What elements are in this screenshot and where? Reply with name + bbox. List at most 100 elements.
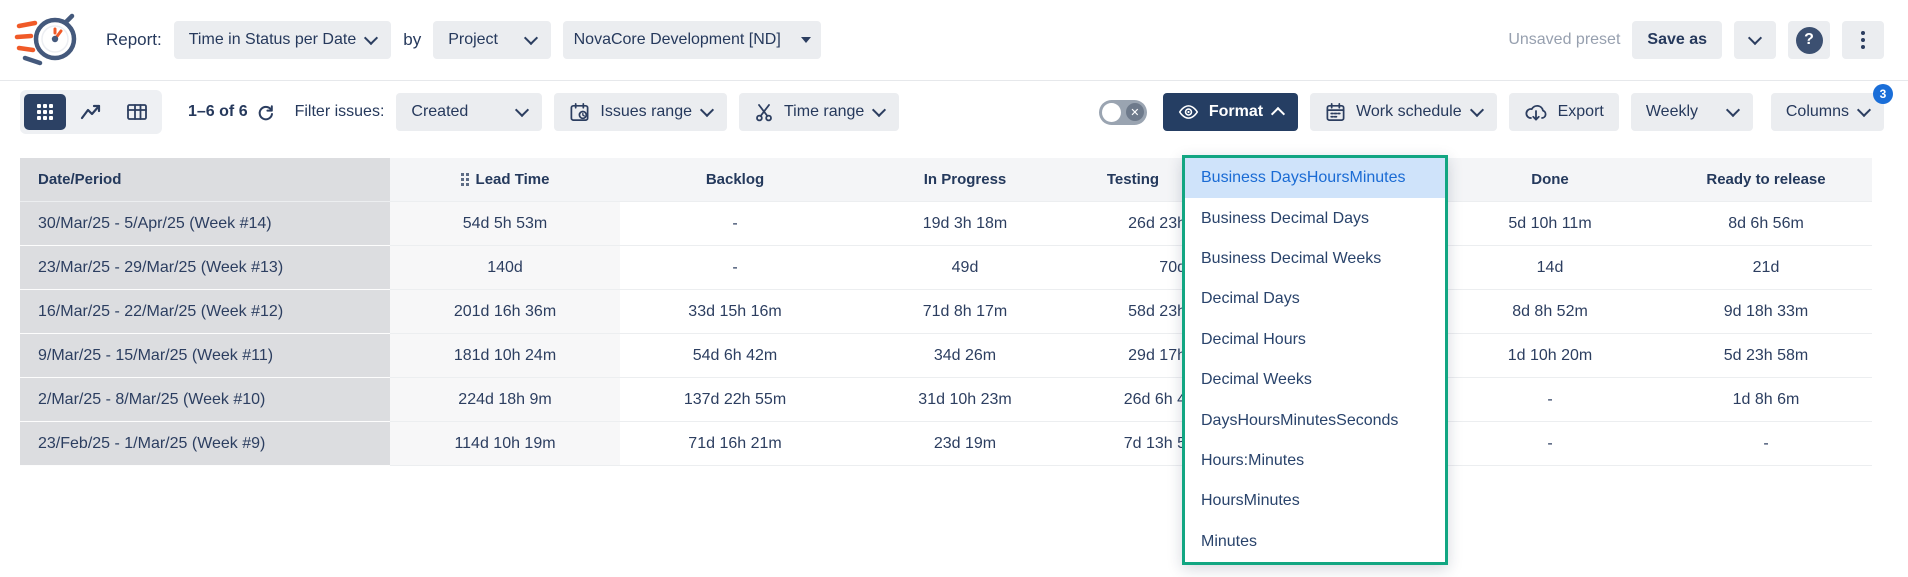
toggle-x-icon: ✕ — [1126, 103, 1144, 121]
calendar-icon — [1325, 102, 1346, 123]
column-header-ready-to-release[interactable]: Ready to release — [1660, 158, 1872, 202]
chevron-down-icon — [1470, 103, 1484, 117]
cell-lead-time: 114d 10h 19m — [390, 422, 620, 466]
cell-in-progress: 71d 8h 17m — [850, 290, 1080, 334]
column-header-done[interactable]: Done — [1440, 158, 1660, 202]
cell-ready-to-release: 1d 8h 6m — [1660, 378, 1872, 422]
table-row: 23/Feb/25 - 1/Mar/25 (Week #9) 114d 10h … — [20, 422, 1872, 466]
save-as-label: Save as — [1647, 31, 1707, 49]
cell-done: - — [1440, 422, 1660, 466]
filter-field-select[interactable]: Created — [396, 93, 542, 131]
pagination: 1–6 of 6 — [188, 103, 275, 122]
drag-handle-icon[interactable] — [461, 173, 469, 186]
column-header-label: Lead Time — [476, 171, 550, 188]
table-row: 30/Mar/25 - 5/Apr/25 (Week #14) 54d 5h 5… — [20, 202, 1872, 246]
top-bar: Report: Time in Status per Date by Proje… — [0, 0, 1908, 81]
format-option[interactable]: Minutes — [1185, 522, 1445, 562]
cell-period: 23/Feb/25 - 1/Mar/25 (Week #9) — [20, 422, 390, 466]
scissors-icon — [754, 102, 774, 122]
table-row: 9/Mar/25 - 15/Mar/25 (Week #11) 181d 10h… — [20, 334, 1872, 378]
cell-done: 14d — [1440, 246, 1660, 290]
format-option[interactable]: Decimal Weeks — [1185, 360, 1445, 400]
chevron-down-icon — [515, 103, 529, 117]
column-header-backlog[interactable]: Backlog — [620, 158, 850, 202]
cell-period: 9/Mar/25 - 15/Mar/25 (Week #11) — [20, 334, 390, 378]
app-logo-icon — [14, 9, 80, 72]
project-value: NovaCore Development [ND] — [574, 31, 781, 49]
column-header-lead-time[interactable]: Lead Time — [390, 158, 620, 202]
save-options-button[interactable] — [1734, 21, 1776, 59]
format-option[interactable]: Business Decimal Days — [1185, 198, 1445, 238]
triangle-down-icon — [801, 37, 811, 43]
cell-period: 2/Mar/25 - 8/Mar/25 (Week #10) — [20, 378, 390, 422]
report-type-value: Time in Status per Date — [189, 31, 356, 49]
toggle-x-glyph: ✕ — [1130, 106, 1139, 119]
issues-range-label: Issues range — [600, 103, 692, 121]
cell-backlog: 137d 22h 55m — [620, 378, 850, 422]
cell-period: 30/Mar/25 - 5/Apr/25 (Week #14) — [20, 202, 390, 246]
cell-lead-time: 201d 16h 36m — [390, 290, 620, 334]
column-header-date-period[interactable]: Date/Period — [20, 158, 390, 202]
cell-backlog: - — [620, 246, 850, 290]
cell-lead-time: 181d 10h 24m — [390, 334, 620, 378]
format-option-selected[interactable]: Business DaysHoursMinutes — [1185, 158, 1445, 198]
work-schedule-label: Work schedule — [1356, 103, 1462, 121]
help-icon: ? — [1796, 27, 1823, 54]
column-header-in-progress[interactable]: In Progress — [850, 158, 1080, 202]
columns-select[interactable]: Columns 3 — [1771, 93, 1884, 131]
cell-period: 16/Mar/25 - 22/Mar/25 (Week #12) — [20, 290, 390, 334]
columns-count-badge: 3 — [1873, 84, 1893, 104]
table-row: 16/Mar/25 - 22/Mar/25 (Week #12) 201d 16… — [20, 290, 1872, 334]
project-select[interactable]: NovaCore Development [ND] — [563, 21, 821, 59]
cell-in-progress: 23d 19m — [850, 422, 1080, 466]
format-option[interactable]: Decimal Hours — [1185, 320, 1445, 360]
work-schedule-select[interactable]: Work schedule — [1310, 93, 1497, 131]
format-option[interactable]: Decimal Days — [1185, 279, 1445, 319]
filter-field-value: Created — [411, 103, 468, 121]
format-label: Format — [1209, 103, 1263, 121]
cell-ready-to-release: - — [1660, 422, 1872, 466]
cell-ready-to-release: 5d 23h 58m — [1660, 334, 1872, 378]
format-option[interactable]: HoursMinutes — [1185, 481, 1445, 521]
time-range-select[interactable]: Time range — [739, 93, 899, 131]
period-select[interactable]: Weekly — [1631, 93, 1753, 131]
chevron-down-icon — [1857, 103, 1871, 117]
help-glyph: ? — [1804, 31, 1814, 49]
format-option[interactable]: Hours:Minutes — [1185, 441, 1445, 481]
refresh-icon[interactable] — [256, 103, 275, 122]
preset-status: Unsaved preset — [1508, 31, 1620, 49]
chart-view-button[interactable] — [70, 94, 112, 130]
table-header-row: Date/Period Lead Time Backlog In Progres… — [20, 158, 1872, 202]
format-button[interactable]: Format — [1163, 93, 1298, 131]
format-option[interactable]: DaysHoursMinutesSeconds — [1185, 400, 1445, 440]
pivot-view-button[interactable] — [116, 94, 158, 130]
export-button[interactable]: Export — [1509, 93, 1619, 131]
chevron-up-icon — [1271, 107, 1285, 121]
table-view-button[interactable] — [24, 94, 66, 130]
chevron-down-icon — [1748, 31, 1762, 45]
view-toggle[interactable]: ✕ — [1099, 100, 1147, 125]
pagination-label: 1–6 of 6 — [188, 103, 248, 121]
report-type-select[interactable]: Time in Status per Date — [174, 21, 391, 59]
chevron-down-icon — [524, 31, 538, 45]
toolbar: 1–6 of 6 Filter issues: Created Issues r… — [0, 81, 1908, 143]
more-menu-button[interactable] — [1842, 21, 1884, 59]
eye-icon — [1178, 103, 1199, 121]
cell-period: 23/Mar/25 - 29/Mar/25 (Week #13) — [20, 246, 390, 290]
issues-range-select[interactable]: Issues range — [554, 93, 727, 131]
cell-in-progress: 19d 3h 18m — [850, 202, 1080, 246]
cell-in-progress: 31d 10h 23m — [850, 378, 1080, 422]
table-row: 23/Mar/25 - 29/Mar/25 (Week #13) 140d - … — [20, 246, 1872, 290]
help-button[interactable]: ? — [1788, 21, 1830, 59]
cell-lead-time: 224d 18h 9m — [390, 378, 620, 422]
cell-backlog: - — [620, 202, 850, 246]
chevron-down-icon — [1726, 103, 1740, 117]
group-by-select[interactable]: Project — [433, 21, 551, 59]
cell-in-progress: 49d — [850, 246, 1080, 290]
filter-issues-label: Filter issues: — [295, 103, 385, 121]
format-option[interactable]: Business Decimal Weeks — [1185, 239, 1445, 279]
cell-done: 8d 8h 52m — [1440, 290, 1660, 334]
report-table: Date/Period Lead Time Backlog In Progres… — [20, 158, 1872, 466]
by-label: by — [403, 30, 421, 50]
save-as-button[interactable]: Save as — [1632, 21, 1722, 59]
